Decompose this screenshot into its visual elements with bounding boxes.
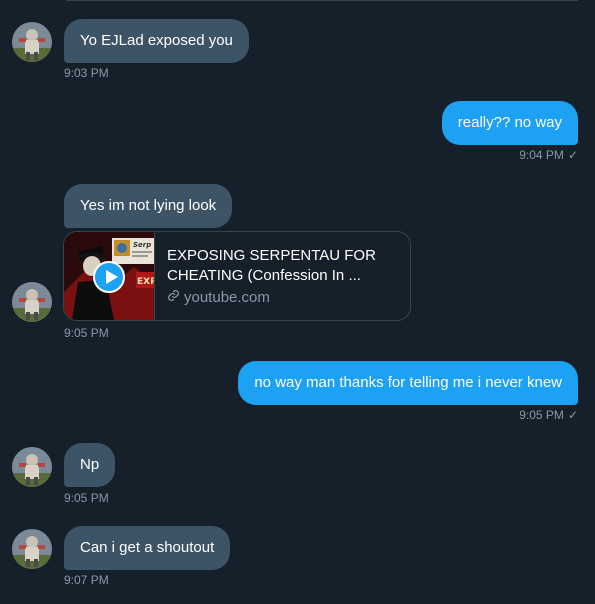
message-timestamp: 9:03 PM <box>64 66 109 80</box>
link-domain: youtube.com <box>184 289 270 306</box>
link-title: EXPOSING SERPENTAU FOR CHEATING (Confess… <box>167 247 376 284</box>
message-bubble-incoming[interactable]: Yes im not lying look <box>64 184 233 228</box>
read-check-icon: ✓ <box>567 148 578 162</box>
avatar[interactable] <box>12 529 52 569</box>
avatar[interactable] <box>12 22 52 62</box>
video-thumbnail: Serp EXP <box>64 232 154 320</box>
message-bubble-outgoing[interactable]: really?? no way <box>441 101 578 145</box>
message-timestamp: 9:04 PM <box>519 148 564 162</box>
avatar[interactable] <box>12 447 52 487</box>
avatar-image <box>12 22 52 62</box>
message-bubble-incoming[interactable]: Np <box>64 443 116 487</box>
link-domain-row: youtube.com <box>167 288 398 308</box>
message-timestamp: 9:05 PM <box>64 491 109 505</box>
link-preview-card[interactable]: Serp EXP EXPOSING SERPENTAU FOR CHEATING… <box>63 231 411 321</box>
top-divider <box>66 0 578 1</box>
link-icon <box>167 288 180 308</box>
message-bubble-incoming[interactable]: Yo EJLad exposed you <box>64 19 249 63</box>
message-timestamp: 9:07 PM <box>64 573 109 587</box>
avatar[interactable] <box>12 282 52 322</box>
read-check-icon: ✓ <box>567 408 578 422</box>
message-bubble-incoming[interactable]: Can i get a shoutout <box>64 526 231 570</box>
message-timestamp-row: 9:04 PM ✓ <box>519 148 578 162</box>
play-icon[interactable] <box>93 261 125 293</box>
message-timestamp: 9:05 PM <box>64 326 109 340</box>
message-bubble-outgoing[interactable]: no way man thanks for telling me i never… <box>238 361 578 405</box>
avatar-image <box>12 447 52 487</box>
message-timestamp-row: 9:05 PM ✓ <box>519 408 578 422</box>
avatar-image <box>12 529 52 569</box>
thumbnail-text: Serp <box>133 241 151 249</box>
link-preview-body: EXPOSING SERPENTAU FOR CHEATING (Confess… <box>154 232 410 320</box>
thumbnail-badge: EXP <box>137 277 154 287</box>
message-timestamp: 9:05 PM <box>519 408 564 422</box>
avatar-image <box>12 282 52 322</box>
